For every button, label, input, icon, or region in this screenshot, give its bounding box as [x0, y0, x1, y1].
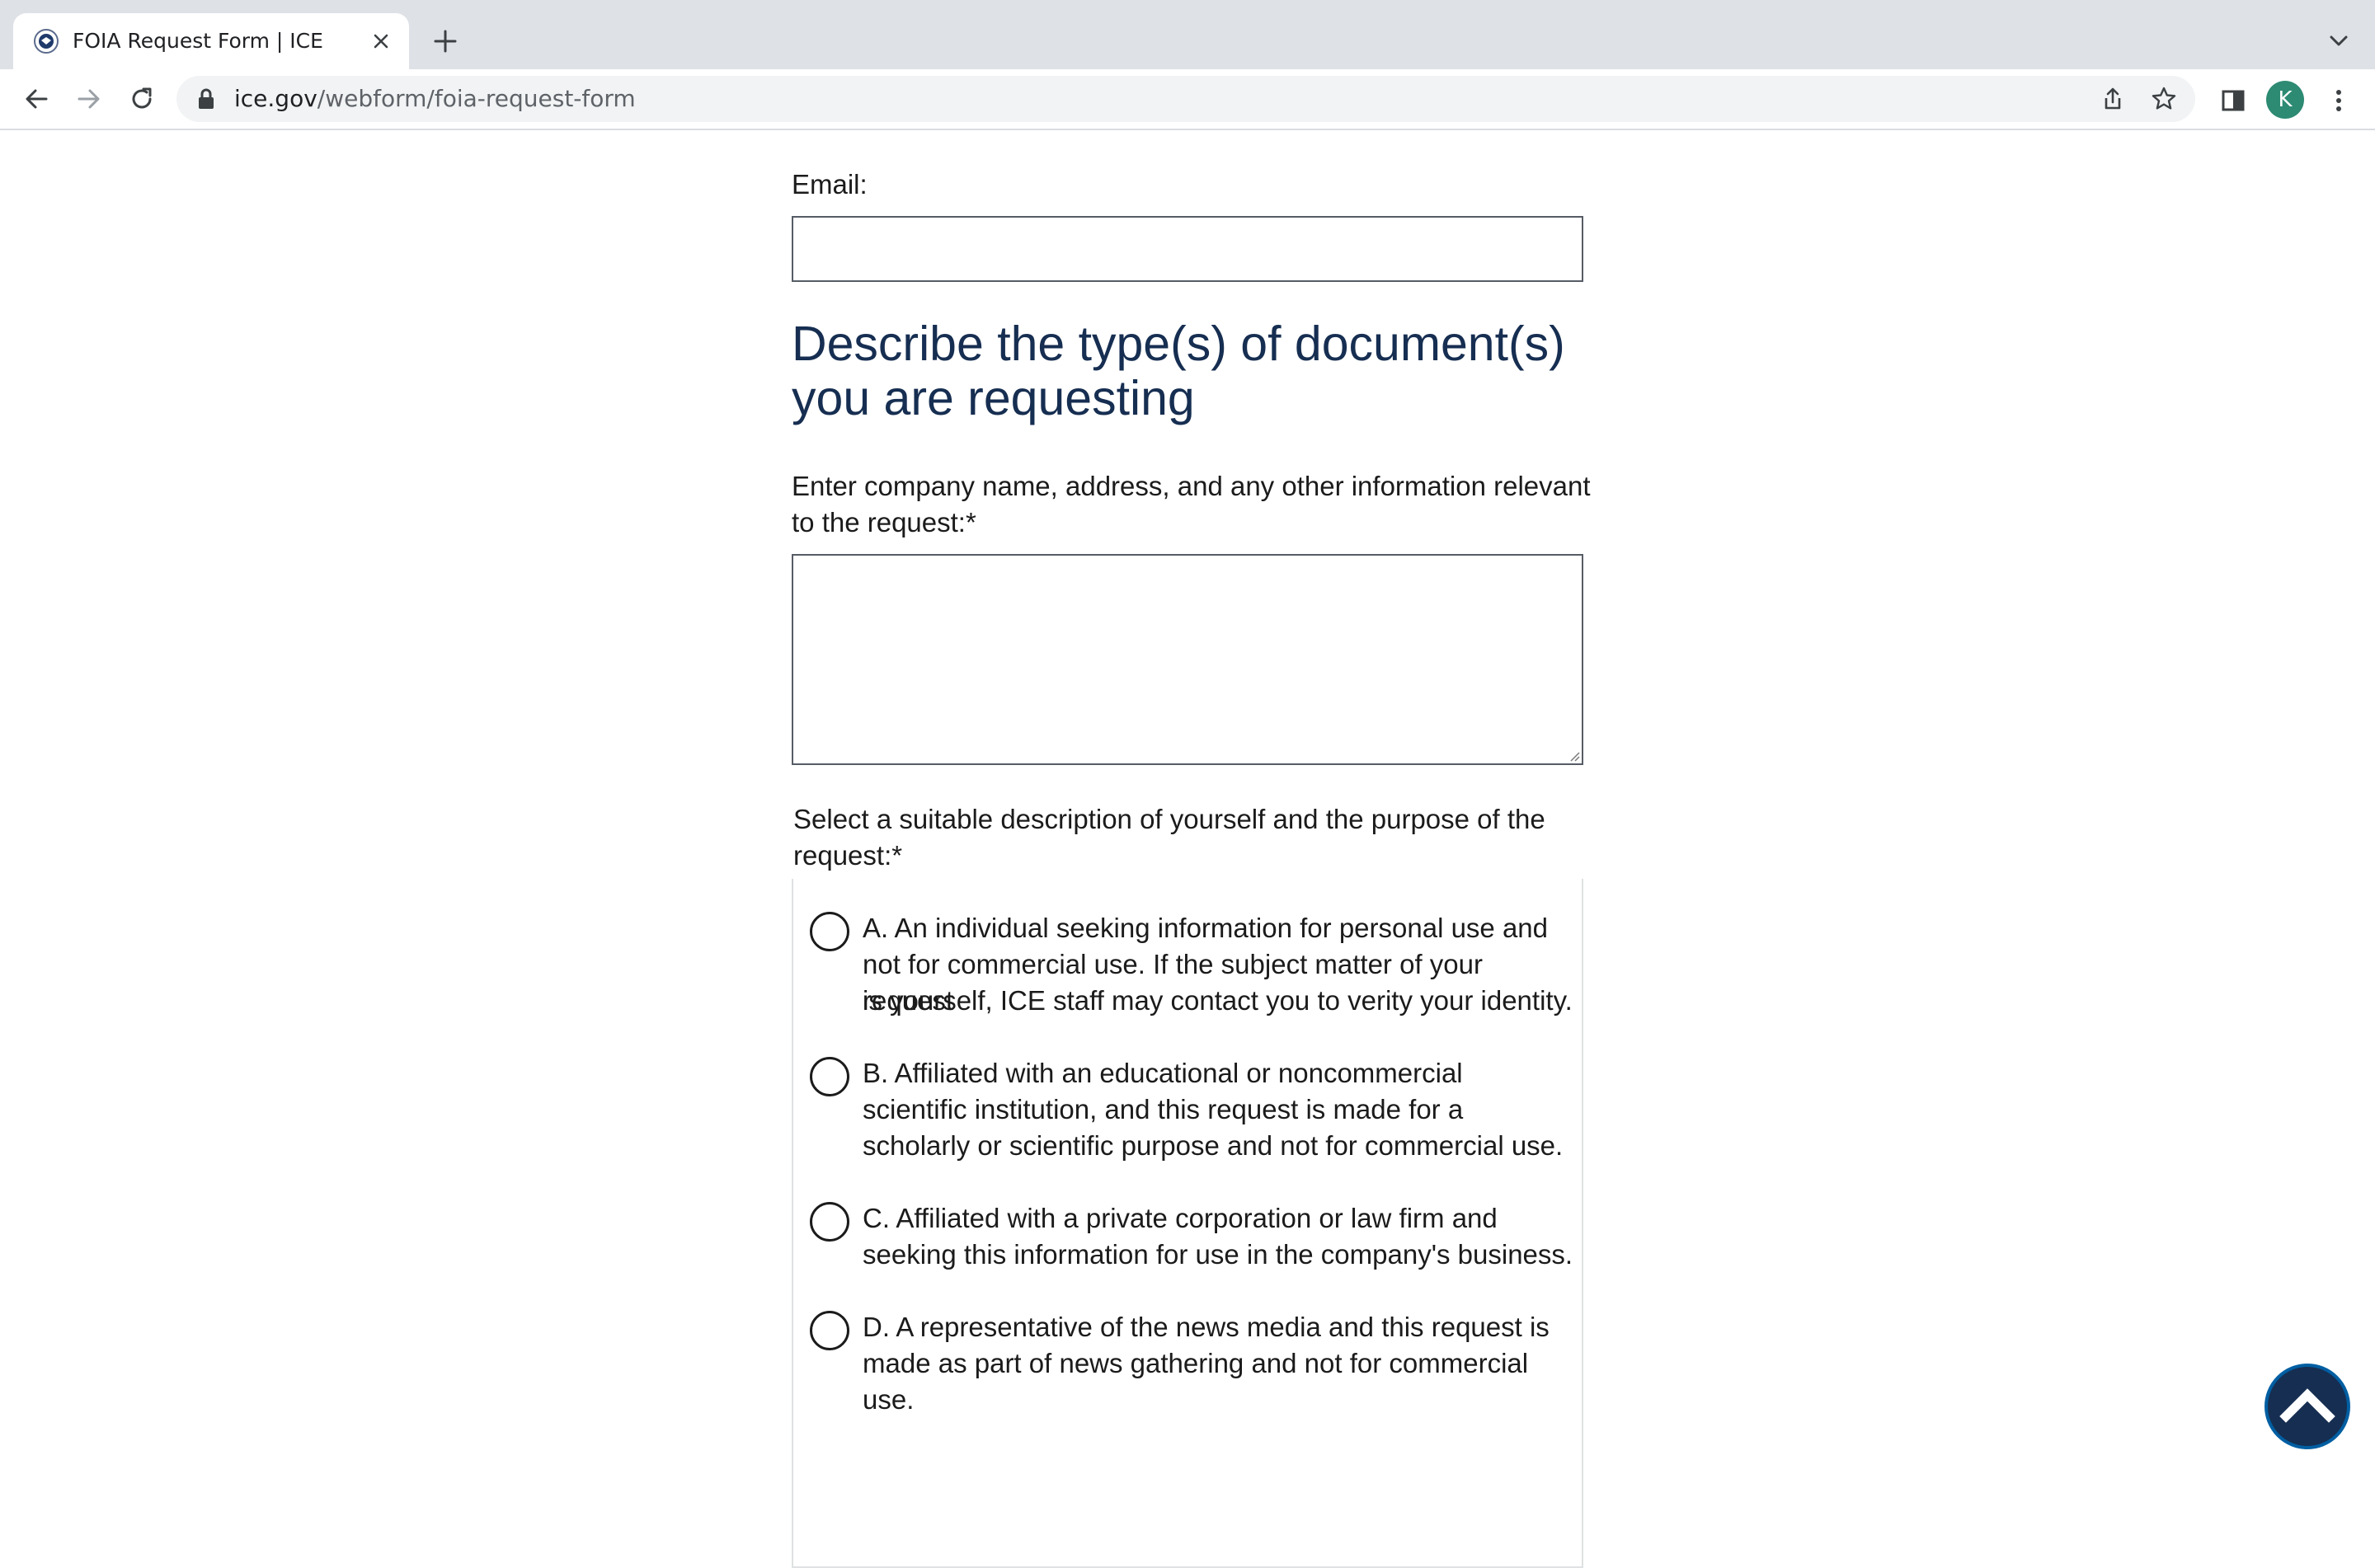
- star-icon[interactable]: [2149, 84, 2179, 114]
- company-label-line1: Enter company name, address, and any oth…: [792, 471, 1591, 501]
- url-host: ice.gov: [234, 85, 317, 112]
- option-c-line2[interactable]: seeking this information for use in the …: [863, 1237, 1580, 1273]
- close-icon[interactable]: [366, 26, 396, 56]
- option-b-line2[interactable]: scientific institution, and this request…: [863, 1091, 1580, 1128]
- kebab-menu-icon[interactable]: [2322, 84, 2355, 117]
- option-d-line2[interactable]: made as part of news gathering and not f…: [863, 1345, 1580, 1418]
- email-field[interactable]: [792, 216, 1583, 282]
- browser-tab[interactable]: FOIA Request Form | ICE: [13, 13, 409, 69]
- tab-strip: FOIA Request Form | ICE: [0, 0, 2375, 69]
- back-to-top-button[interactable]: [2264, 1364, 2350, 1449]
- option-a-line3[interactable]: is yourself, ICE staff may contact you t…: [863, 983, 1580, 1019]
- avatar[interactable]: K: [2266, 81, 2304, 119]
- side-panel-icon[interactable]: [2217, 84, 2250, 117]
- company-label-line2: to the request:*: [792, 507, 976, 538]
- radio-option-a[interactable]: [810, 912, 849, 951]
- forward-arrow-icon[interactable]: [71, 81, 107, 117]
- lock-icon[interactable]: [196, 87, 216, 110]
- back-arrow-icon[interactable]: [18, 81, 54, 117]
- seal-favicon-icon: [34, 29, 59, 54]
- option-d-line1[interactable]: D. A representative of the news media an…: [863, 1309, 1580, 1345]
- radio-option-d[interactable]: [810, 1311, 849, 1350]
- chevron-up-icon: [2279, 1388, 2335, 1423]
- browser-toolbar: ice.gov/webform/foia-request-form K: [0, 69, 2375, 130]
- resize-grip-icon[interactable]: [1567, 749, 1580, 762]
- address-bar[interactable]: ice.gov/webform/foia-request-form: [176, 76, 2195, 122]
- url-text[interactable]: ice.gov/webform/foia-request-form: [234, 84, 636, 114]
- chevron-down-icon[interactable]: [2322, 26, 2355, 56]
- option-b-line3[interactable]: scholarly or scientific purpose and not …: [863, 1128, 1580, 1164]
- email-label: Email:: [792, 169, 868, 200]
- request-description-textarea[interactable]: [792, 554, 1583, 765]
- radio-option-c[interactable]: [810, 1202, 849, 1242]
- option-c-line1[interactable]: C. Affiliated with a private corporation…: [863, 1200, 1580, 1237]
- page-content: Email: Describe the type(s) of document(…: [0, 130, 2375, 1568]
- plus-icon[interactable]: [429, 25, 462, 58]
- reload-icon[interactable]: [124, 81, 160, 117]
- url-path: /webform/foia-request-form: [317, 85, 636, 112]
- purpose-label-line2: request:*: [793, 840, 903, 871]
- share-icon[interactable]: [2098, 84, 2128, 114]
- section-heading: Describe the type(s) of document(s) you …: [792, 317, 1565, 425]
- purpose-label-line1: Select a suitable description of yoursel…: [793, 804, 1545, 834]
- option-b-line1[interactable]: B. Affiliated with an educational or non…: [863, 1055, 1580, 1091]
- tab-title: FOIA Request Form | ICE: [73, 29, 323, 53]
- radio-option-b[interactable]: [810, 1057, 849, 1096]
- option-a-line1[interactable]: A. An individual seeking information for…: [863, 910, 1580, 946]
